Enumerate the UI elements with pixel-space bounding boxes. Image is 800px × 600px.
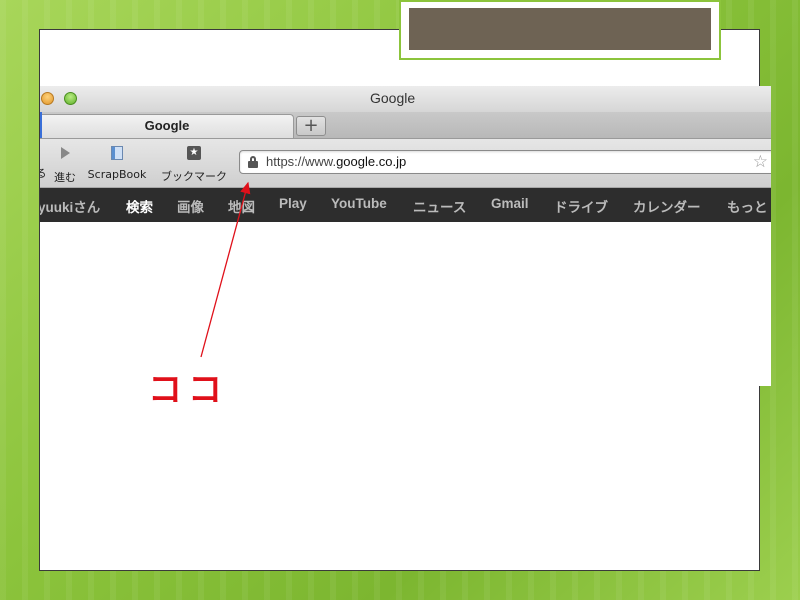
play-triangle-icon — [52, 147, 78, 167]
gbar-item[interactable]: 地図 — [228, 196, 255, 216]
url-prefix: https://www. — [266, 154, 337, 169]
scrapbook-label: ScrapBook — [87, 168, 147, 181]
gbar-item[interactable]: もっと — [727, 196, 768, 216]
window-title: Google — [370, 90, 416, 106]
tab-google[interactable]: Google — [40, 114, 294, 138]
address-bar[interactable]: https://www.google.co.jp ☆ — [239, 150, 771, 174]
gbar-item[interactable]: 画像 — [177, 196, 204, 216]
forward-button[interactable]: 進む — [52, 143, 78, 185]
tab-focus-edge — [40, 112, 42, 138]
bookmark-label: ブックマーク — [161, 170, 227, 183]
title-bar: Google — [40, 86, 771, 112]
tab-bar: Google + — [40, 112, 771, 139]
photo-placeholder — [409, 8, 711, 50]
lock-icon — [248, 156, 258, 168]
bookmark-star-icon: ★ — [156, 146, 232, 166]
gbar-item[interactable]: ニュース — [413, 196, 466, 216]
back-label: る — [40, 167, 47, 180]
gbar-item[interactable]: yuukiさん — [40, 196, 100, 216]
annotation-label: ココ — [148, 370, 228, 410]
back-button[interactable]: る — [40, 143, 48, 181]
url-domain: google.co.jp — [336, 154, 407, 169]
back-icon — [40, 143, 48, 163]
gbar-item[interactable]: カレンダー — [633, 196, 701, 216]
book-icon — [86, 146, 148, 166]
photo-frame — [399, 0, 721, 60]
toolbar: る 進む ScrapBook ★ ブックマーク https://www.goog… — [40, 139, 771, 188]
star-icon[interactable]: ☆ — [753, 152, 768, 172]
google-bar: yuukiさん 検索 画像 地図 Play YouTube ニュース Gmail ドライブ カレン… — [40, 188, 771, 222]
browser-window: Google Google + る 進む ScrapBook ★ ブックマーク … — [40, 86, 771, 386]
gbar-item[interactable]: ドライブ — [554, 196, 608, 216]
url-text: https://www.google.co.jp — [266, 154, 406, 169]
new-tab-button[interactable]: + — [296, 116, 326, 136]
bookmark-button[interactable]: ★ ブックマーク — [156, 143, 232, 184]
gbar-item[interactable]: Gmail — [491, 196, 529, 211]
forward-label: 進む — [54, 171, 76, 184]
scrapbook-button[interactable]: ScrapBook — [86, 143, 148, 181]
gbar-item[interactable]: YouTube — [331, 196, 387, 211]
gbar-item[interactable]: Play — [279, 196, 307, 211]
gbar-item[interactable]: 検索 — [126, 196, 153, 216]
